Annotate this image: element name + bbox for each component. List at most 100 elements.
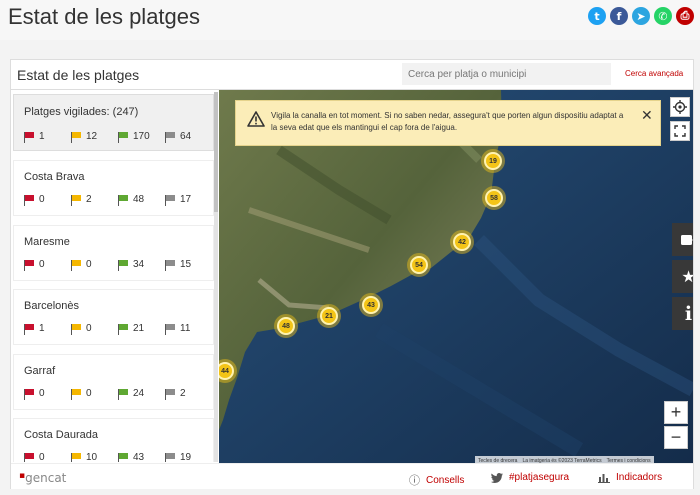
bar-chart-icon <box>598 473 610 483</box>
yellow-count: 10 <box>86 452 98 462</box>
green-count: 48 <box>133 194 145 205</box>
region-card-barcelones[interactable]: Barcelonès 1 0 21 11 <box>13 289 214 345</box>
warning-icon <box>247 111 265 127</box>
region-name: Costa Daurada <box>24 429 98 441</box>
green-flag-icon <box>118 453 128 462</box>
region-card-costa-daurada[interactable]: Costa Daurada 0 10 43 19 <box>13 418 214 462</box>
green-count: 24 <box>133 388 145 399</box>
top-bar: Estat de les platges t f ➤ ✆ ⎙ <box>0 0 700 40</box>
scroll-thumb[interactable] <box>214 92 218 212</box>
beach-status-panel: Estat de les platges Cerca avançada Plat… <box>10 59 694 489</box>
summary-card[interactable]: Platges vigilades: (247) 1 12 170 64 <box>13 94 214 151</box>
alert-text: Vigila la canalla en tot moment. Si no s… <box>271 111 624 132</box>
gray-count: 11 <box>180 323 191 334</box>
beach-cluster-marker[interactable]: 43 <box>362 296 380 314</box>
red-count: 0 <box>39 388 45 399</box>
regions-sidebar: Platges vigilades: (247) 1 12 170 64 Cos… <box>13 92 218 462</box>
crosshair-icon <box>673 100 687 114</box>
green-count: 21 <box>133 323 145 334</box>
hashtag-label: #platjasegura <box>509 472 570 483</box>
gray-count: 15 <box>180 259 192 270</box>
green-count: 170 <box>133 131 150 142</box>
yellow-flag-icon <box>71 324 81 335</box>
red-flag-icon <box>24 324 34 335</box>
yellow-count: 0 <box>86 388 92 399</box>
info-icon: i <box>684 302 693 325</box>
gray-flag-icon <box>165 453 175 462</box>
twitter-icon[interactable]: t <box>588 7 606 25</box>
red-count: 1 <box>39 323 45 334</box>
search-input[interactable] <box>402 63 611 85</box>
panel-title: Estat de les platges <box>17 67 140 83</box>
twitter-icon <box>491 472 503 483</box>
star-icon: ★ <box>681 268 693 286</box>
beach-cluster-marker[interactable]: 58 <box>485 189 503 207</box>
red-flag-icon <box>24 195 34 206</box>
flag-counts: 0 0 34 15 <box>24 259 212 271</box>
yellow-count: 0 <box>86 323 92 334</box>
advice-link[interactable]: ⓘ Consells <box>409 472 464 488</box>
beach-cluster-marker[interactable]: 19 <box>484 152 502 170</box>
flag-counts: 0 0 24 2 <box>24 388 212 400</box>
gencat-logo[interactable]: ▪gencat <box>19 471 66 485</box>
red-count: 0 <box>39 259 45 270</box>
green-count: 34 <box>133 259 145 270</box>
whatsapp-icon[interactable]: ✆ <box>654 7 672 25</box>
telegram-icon[interactable]: ➤ <box>632 7 650 25</box>
summary-title: Platges vigilades: (247) <box>24 106 139 118</box>
green-flag-icon <box>118 389 128 400</box>
info-button[interactable]: i <box>672 297 693 330</box>
zoom-in-button[interactable]: + <box>664 401 688 424</box>
zoom-out-button[interactable]: − <box>664 426 688 449</box>
yellow-flag-icon <box>71 132 81 143</box>
map-terrain <box>219 90 693 464</box>
gray-flag-icon <box>165 195 175 206</box>
close-icon[interactable]: ✕ <box>641 107 653 124</box>
yellow-flag-icon <box>71 260 81 271</box>
gray-count: 64 <box>180 131 192 142</box>
page-title: Estat de les platges <box>8 4 201 29</box>
red-flag-icon <box>24 132 34 143</box>
share-buttons: t f ➤ ✆ ⎙ <box>588 7 694 25</box>
gray-flag-icon <box>165 389 175 400</box>
indicators-link[interactable]: Indicadors <box>598 472 662 483</box>
webcam-button[interactable] <box>672 223 693 256</box>
map[interactable]: Vigila la canalla en tot moment. Si no s… <box>219 90 693 464</box>
locate-me-button[interactable] <box>670 97 690 117</box>
region-card-costa-brava[interactable]: Costa Brava 0 2 48 17 <box>13 160 214 216</box>
region-card-maresme[interactable]: Maresme 0 0 34 15 <box>13 225 214 281</box>
yellow-count: 0 <box>86 259 92 270</box>
print-icon[interactable]: ⎙ <box>676 7 694 25</box>
region-name: Barcelonès <box>24 300 80 312</box>
beach-cluster-marker[interactable]: 42 <box>453 233 471 251</box>
red-flag-icon <box>24 389 34 400</box>
yellow-count: 12 <box>86 131 98 142</box>
beach-cluster-marker[interactable]: 48 <box>277 317 295 335</box>
region-name: Maresme <box>24 236 70 248</box>
yellow-flag-icon <box>71 195 81 206</box>
safety-alert: Vigila la canalla en tot moment. Si no s… <box>235 100 661 146</box>
sidebar-scrollbar[interactable] <box>214 92 218 462</box>
flag-counts: 0 2 48 17 <box>24 194 212 206</box>
hashtag-link[interactable]: #platjasegura <box>491 472 569 483</box>
facebook-icon[interactable]: f <box>610 7 628 25</box>
beach-cluster-marker[interactable]: 54 <box>410 256 428 274</box>
advanced-search-link[interactable]: Cerca avançada <box>625 69 683 78</box>
red-count: 1 <box>39 131 45 142</box>
favorites-button[interactable]: ★ <box>672 260 693 293</box>
indicators-label: Indicadors <box>616 472 663 483</box>
yellow-count: 2 <box>86 194 92 205</box>
fullscreen-button[interactable] <box>670 121 690 141</box>
gray-flag-icon <box>165 324 175 335</box>
gray-flag-icon <box>165 260 175 271</box>
gray-count: 17 <box>180 194 192 205</box>
gray-count: 19 <box>180 452 192 462</box>
green-count: 43 <box>133 452 145 462</box>
green-flag-icon <box>118 132 128 143</box>
beach-cluster-marker[interactable]: 21 <box>320 307 338 325</box>
yellow-flag-icon <box>71 453 81 462</box>
advice-label: Consells <box>426 474 465 486</box>
red-count: 0 <box>39 452 45 462</box>
footer: ▪gencat ⓘ Consells #platjasegura Indicad… <box>11 463 693 489</box>
region-card-garraf[interactable]: Garraf 0 0 24 2 <box>13 354 214 410</box>
